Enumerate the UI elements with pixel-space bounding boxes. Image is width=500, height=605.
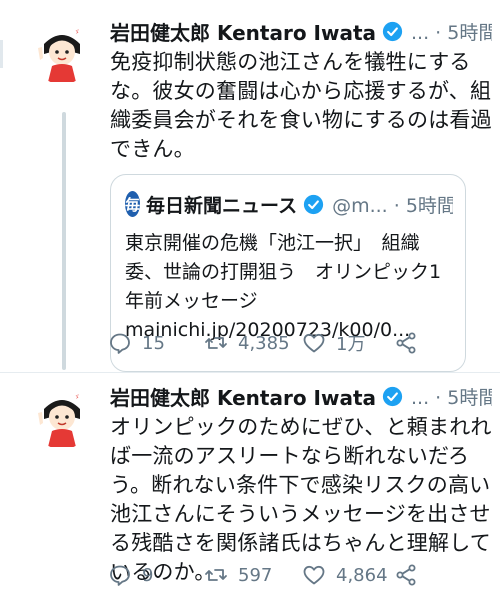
reply-button[interactable]: 15 (108, 331, 204, 355)
svg-text:ゞ: ゞ (74, 394, 80, 401)
like-count: 4,864 (336, 564, 388, 586)
reply-icon (110, 565, 130, 586)
quoted-meta: @m... · 5時間 (332, 194, 453, 217)
like-count: 1万 (336, 334, 366, 355)
retweet-count: 4,385 (238, 332, 290, 354)
tweet-body: 免疫抑制状態の池江さんを犠牲にするな。彼女の奮闘は心から応援するが、組織委員会が… (110, 50, 492, 161)
svg-text:ゞ: ゞ (74, 29, 80, 36)
quoted-author-name: 毎日新聞ニュース (146, 194, 298, 217)
reply-count: 15 (142, 332, 165, 354)
quoted-text: 東京開催の危機「池江一択」 組織委、世論の打開狙う オリンピック1年前メッセージ (125, 232, 442, 312)
retweet-icon (205, 337, 227, 349)
reply-button[interactable]: 9 (108, 563, 204, 587)
reply-count: 9 (142, 564, 154, 586)
verified-icon (382, 386, 403, 407)
share-icon (396, 564, 416, 586)
share-icon (396, 332, 416, 354)
avatar[interactable]: ゞ (30, 20, 94, 84)
author-name[interactable]: 岩田健太郎 Kentaro Iwata (110, 17, 376, 46)
avatar-illustration: ゞ (31, 386, 93, 448)
mainichi-logo-icon: 毎 (125, 191, 141, 217)
author-name[interactable]: 岩田健太郎 Kentaro Iwata (110, 382, 376, 411)
tweet[interactable]: ゞ 岩田健太郎 Kentaro Iwata ... · 5時間 免疫抑制状態の池… (0, 0, 500, 372)
share-button[interactable] (394, 563, 424, 587)
verified-icon (303, 194, 324, 215)
tweet-meta[interactable]: ... · 5時間 (411, 383, 492, 410)
avatar[interactable]: ゞ (30, 385, 94, 449)
retweet-button[interactable]: 4,385 (204, 331, 302, 355)
like-icon (303, 565, 325, 585)
tweet[interactable]: ゞ 岩田健太郎 Kentaro Iwata ... · 5時間 オリンピックのた… (0, 372, 500, 605)
share-button[interactable] (394, 331, 424, 355)
reply-icon (110, 333, 130, 354)
tweet-actions: 15 4,385 1万 (108, 330, 424, 356)
retweet-button[interactable]: 597 (204, 563, 302, 587)
like-icon (303, 333, 325, 353)
like-button[interactable]: 1万 (302, 330, 394, 356)
retweet-icon (205, 569, 227, 581)
retweet-count: 597 (238, 564, 273, 586)
tweet-body: オリンピックのためにぜひ、と頼まれれば一流のアスリートなら断れないだろう。断れな… (110, 415, 492, 584)
tweet-actions: 9 597 4,864 (108, 563, 424, 587)
avatar-illustration: ゞ (31, 21, 93, 83)
like-button[interactable]: 4,864 (302, 563, 394, 587)
tweet-meta[interactable]: ... · 5時間 (411, 18, 492, 45)
verified-icon (382, 21, 403, 42)
